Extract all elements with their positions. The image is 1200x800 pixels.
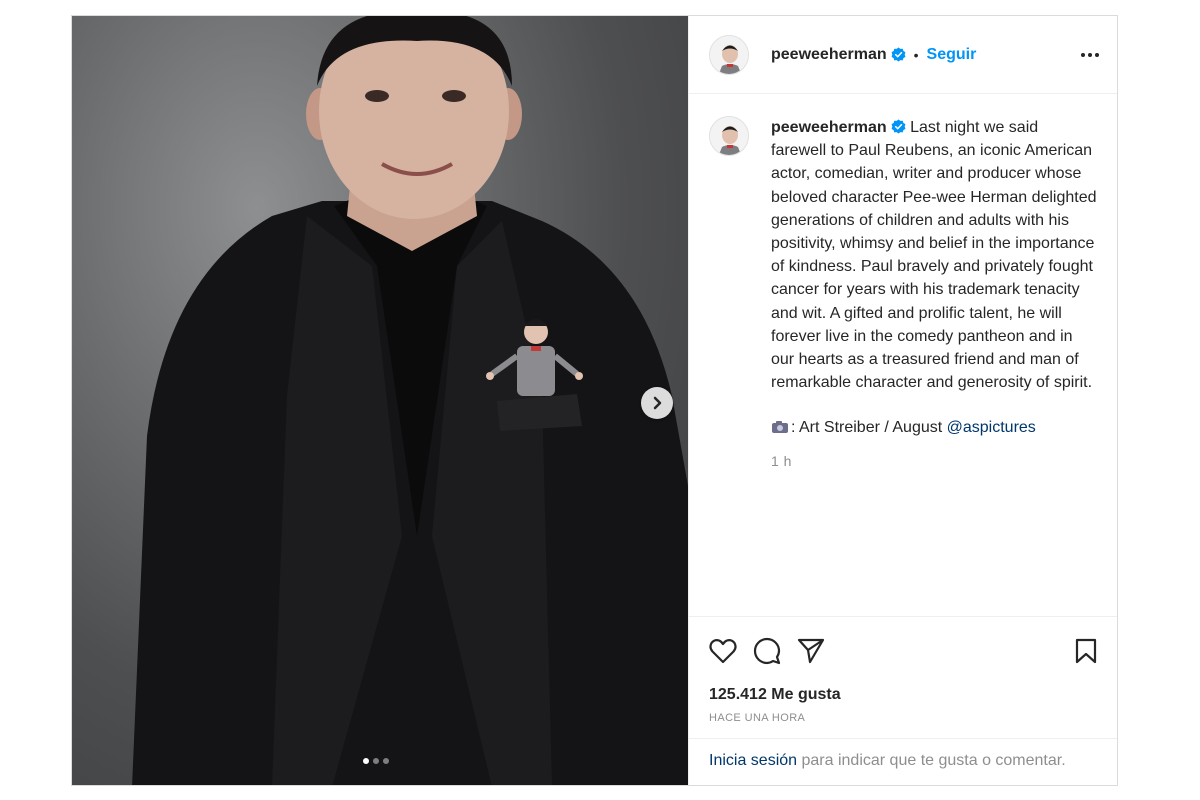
post-photo[interactable] [72, 16, 688, 785]
share-icon[interactable] [797, 638, 825, 664]
heart-icon[interactable] [709, 638, 737, 664]
camera-icon [772, 421, 788, 434]
mention-link[interactable]: @aspictures [947, 419, 1036, 436]
credit-text: : Art Streiber / August [791, 419, 943, 437]
bookmark-icon[interactable] [1075, 638, 1097, 664]
avatar-image [710, 35, 748, 74]
separator-dot: • [913, 46, 919, 63]
comment-icon[interactable] [753, 637, 781, 665]
next-photo-button[interactable] [641, 387, 673, 419]
carousel-indicator [363, 758, 389, 764]
avatar[interactable] [709, 116, 749, 156]
login-prompt: Inicia sesión para indicar que te gusta … [689, 738, 1117, 785]
avatar-image [710, 117, 748, 155]
username-link[interactable]: peeweeherman [771, 46, 887, 64]
caption-paragraph: peeweeherman Last night we said farewell… [771, 116, 1097, 394]
carousel-dot [373, 758, 379, 764]
follow-button[interactable]: Seguir [927, 46, 977, 64]
post-side-panel: peeweeherman • Seguir peeweeherman Last … [688, 16, 1117, 785]
chevron-right-icon [653, 396, 662, 410]
caption-timestamp: 1 h [771, 452, 792, 469]
username-link[interactable]: peeweeherman [771, 119, 887, 136]
caption-text: Last night we said farewell to Paul Reub… [771, 119, 1097, 392]
verified-badge-icon [891, 47, 906, 62]
caption-row: peeweeherman Last night we said farewell… [709, 116, 1097, 473]
likes-count[interactable]: 125.412 Me gusta [689, 686, 1117, 704]
post-timestamp: HACE UNA HORA [709, 712, 806, 724]
post-header: peeweeherman • Seguir [689, 16, 1117, 94]
portrait-image [132, 16, 688, 785]
caption-text-block: peeweeherman Last night we said farewell… [771, 116, 1097, 473]
verified-badge-icon [891, 119, 906, 134]
photo-credit: : Art Streiber / August @aspictures [771, 416, 1097, 439]
login-prompt-text: para indicar que te gusta o comentar. [801, 752, 1066, 769]
carousel-dot [363, 758, 369, 764]
carousel-dot [383, 758, 389, 764]
caption-area: peeweeherman Last night we said farewell… [689, 94, 1117, 616]
instagram-post: peeweeherman • Seguir peeweeherman Last … [71, 15, 1118, 786]
avatar[interactable] [709, 34, 749, 75]
action-bar [689, 616, 1117, 684]
login-link[interactable]: Inicia sesión [709, 752, 797, 769]
more-options-icon[interactable] [1081, 52, 1099, 57]
